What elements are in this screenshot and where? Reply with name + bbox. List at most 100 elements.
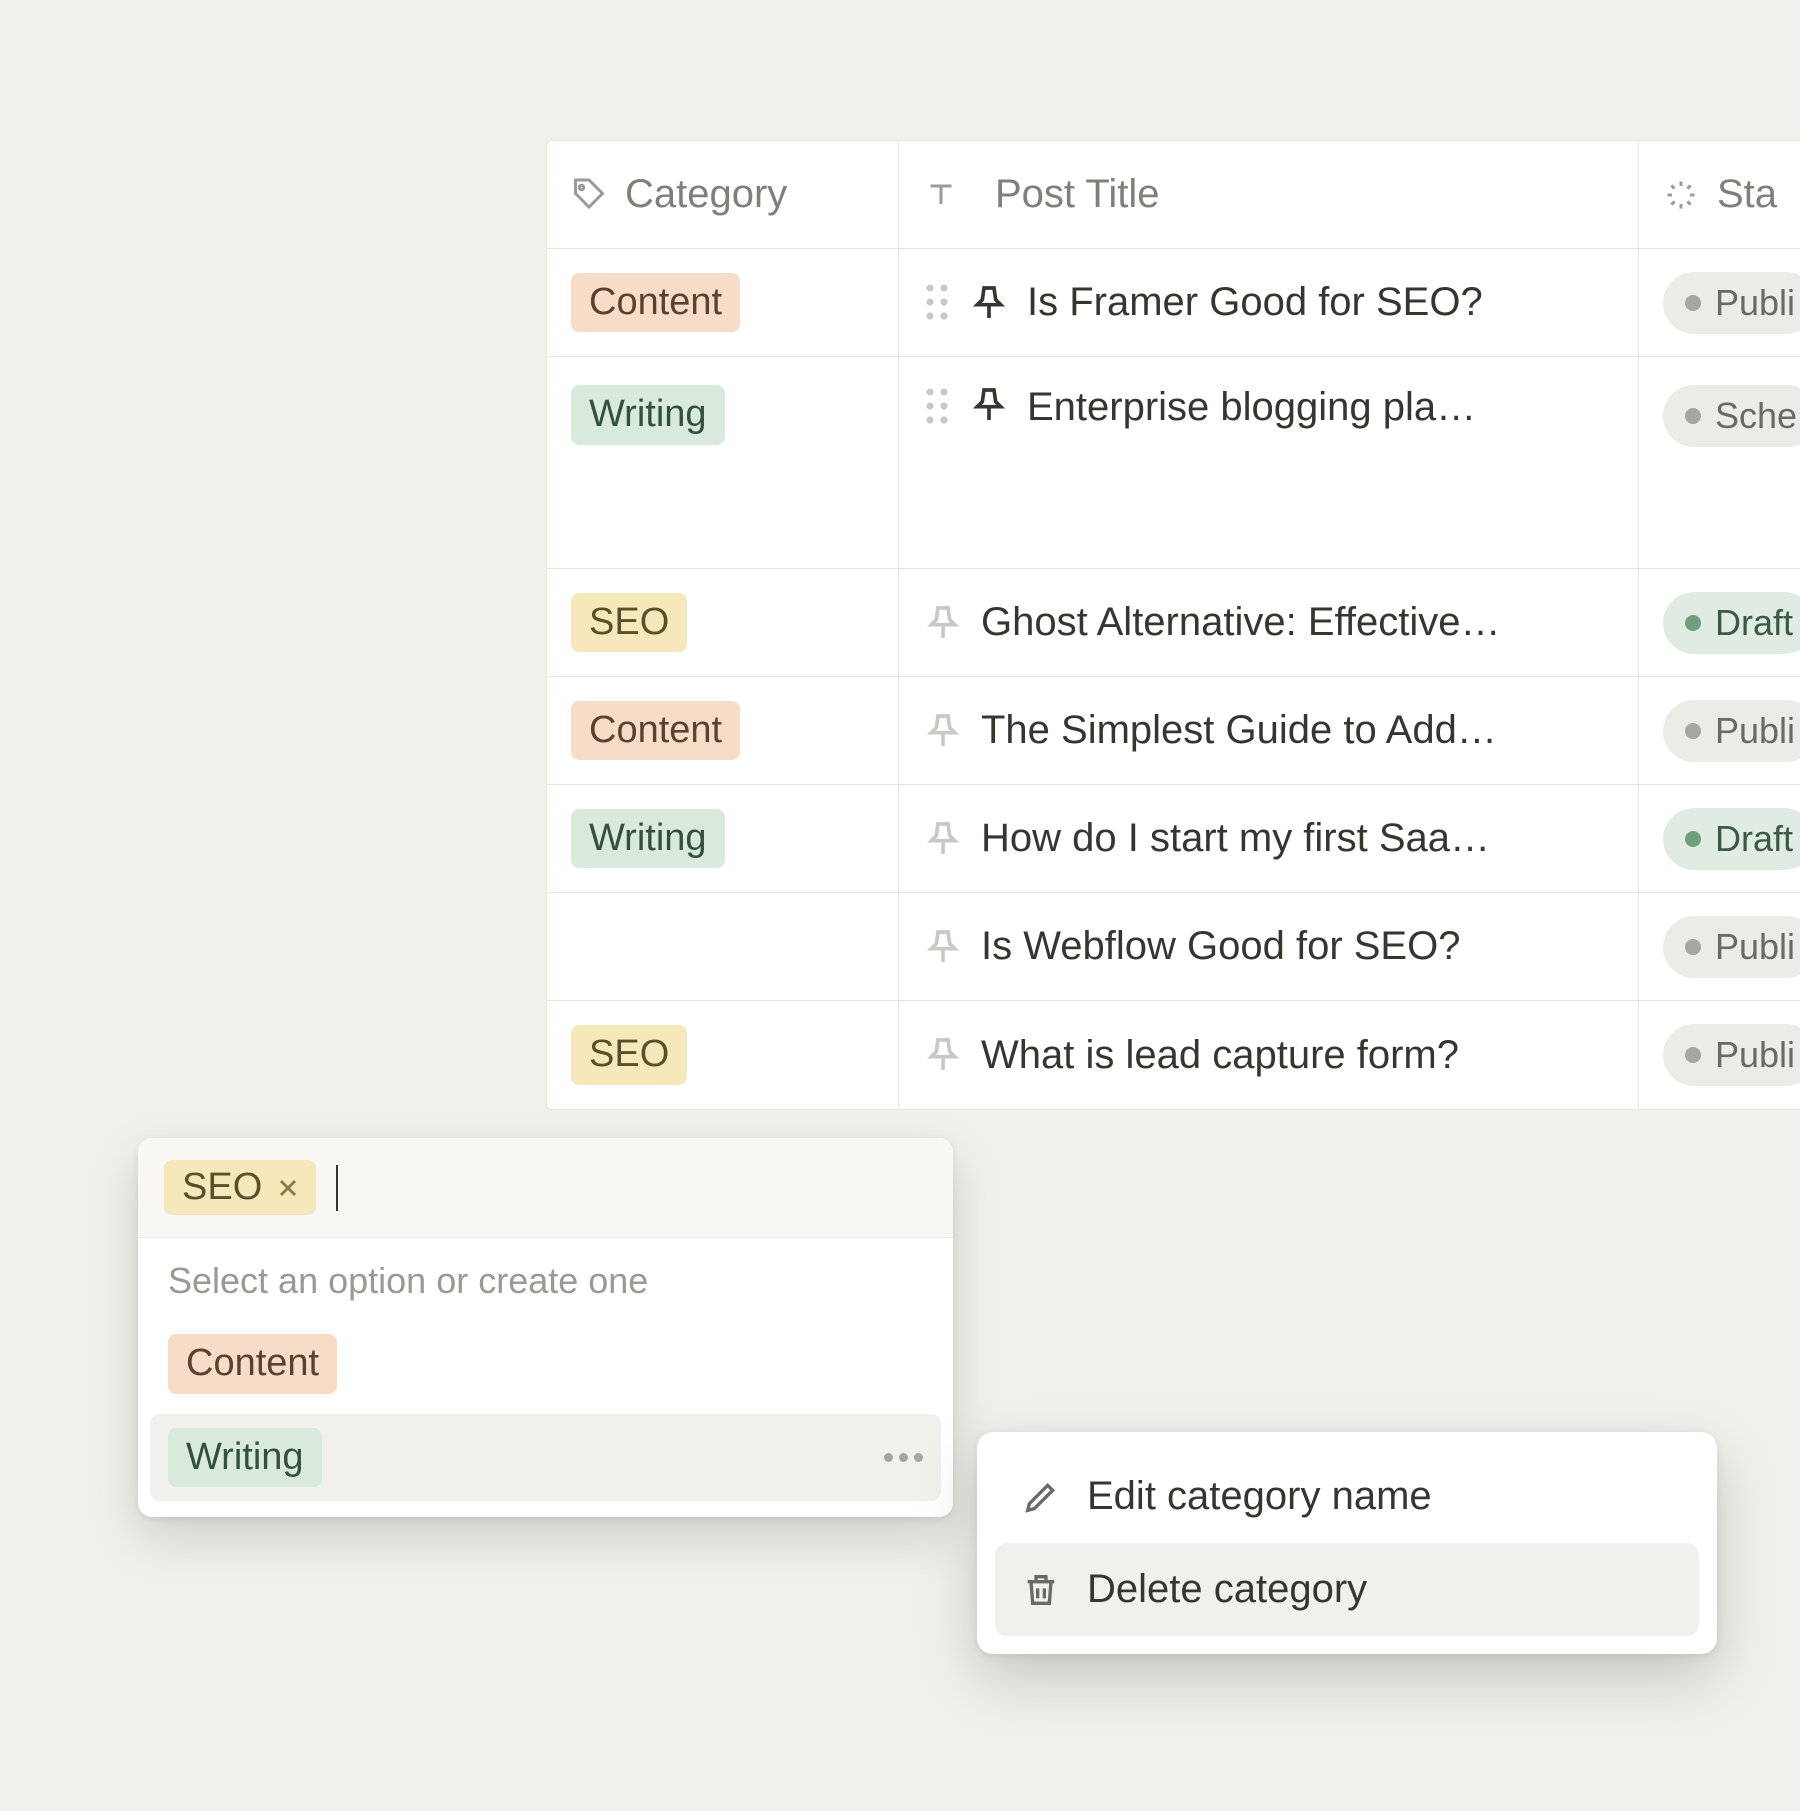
status-dot-icon bbox=[1685, 615, 1701, 631]
posts-table: Category Post Title Sta Content Is Framer… bbox=[546, 140, 1800, 1110]
table-row[interactable]: Content Is Framer Good for SEO? Publi bbox=[547, 249, 1800, 357]
category-option-tag: Content bbox=[168, 1334, 337, 1394]
pin-icon[interactable] bbox=[969, 283, 1009, 323]
more-icon[interactable] bbox=[884, 1453, 923, 1462]
category-tag[interactable]: SEO bbox=[571, 1025, 687, 1085]
status-cell[interactable]: Draft bbox=[1639, 785, 1800, 892]
status-label: Draft bbox=[1715, 818, 1793, 860]
category-cell[interactable] bbox=[547, 893, 899, 1000]
post-title: What is lead capture form? bbox=[981, 1033, 1459, 1078]
category-cell[interactable]: Writing bbox=[547, 785, 899, 892]
category-cell[interactable]: Content bbox=[547, 677, 899, 784]
status-label: Publi bbox=[1715, 282, 1795, 324]
title-cell[interactable]: How do I start my first Saa… bbox=[899, 785, 1639, 892]
text-cursor bbox=[336, 1165, 338, 1211]
post-title: How do I start my first Saa… bbox=[981, 816, 1490, 861]
column-header-category[interactable]: Category bbox=[547, 141, 899, 248]
table-row[interactable]: SEO What is lead capture form? Publi bbox=[547, 1001, 1800, 1109]
drag-handle-icon[interactable] bbox=[923, 385, 951, 429]
status-cell[interactable]: Publi bbox=[1639, 893, 1800, 1000]
category-option-tag: Writing bbox=[168, 1428, 322, 1488]
status-badge[interactable]: Draft bbox=[1663, 808, 1800, 870]
post-title: Ghost Alternative: Effective… bbox=[981, 600, 1501, 645]
pin-icon[interactable] bbox=[923, 603, 963, 643]
status-dot-icon bbox=[1685, 939, 1701, 955]
status-badge[interactable]: Sche bbox=[1663, 385, 1800, 447]
category-cell[interactable]: SEO bbox=[547, 1001, 899, 1109]
status-cell[interactable]: Sche bbox=[1639, 357, 1800, 568]
post-title: Is Framer Good for SEO? bbox=[1027, 280, 1483, 325]
status-badge[interactable]: Publi bbox=[1663, 916, 1800, 978]
table-row[interactable]: SEO Ghost Alternative: Effective… Draft bbox=[547, 569, 1800, 677]
column-header-status-label: Sta bbox=[1717, 172, 1777, 217]
status-dot-icon bbox=[1685, 831, 1701, 847]
title-cell[interactable]: Is Webflow Good for SEO? bbox=[899, 893, 1639, 1000]
category-tag[interactable]: Content bbox=[571, 273, 740, 333]
title-cell[interactable]: Is Framer Good for SEO? bbox=[899, 249, 1639, 356]
category-option[interactable]: Content bbox=[150, 1320, 941, 1408]
category-cell[interactable]: Content bbox=[547, 249, 899, 356]
status-badge[interactable]: Draft bbox=[1663, 592, 1800, 654]
category-option[interactable]: Writing bbox=[150, 1414, 941, 1502]
category-picker-hint: Select an option or create one bbox=[138, 1238, 953, 1314]
pin-icon[interactable] bbox=[969, 385, 1009, 425]
column-header-category-label: Category bbox=[625, 172, 787, 217]
status-cell[interactable]: Draft bbox=[1639, 569, 1800, 676]
status-cell[interactable]: Publi bbox=[1639, 677, 1800, 784]
post-title: Is Webflow Good for SEO? bbox=[981, 924, 1460, 969]
category-tag[interactable]: Writing bbox=[571, 385, 725, 445]
category-tag[interactable]: Content bbox=[571, 701, 740, 761]
title-cell[interactable]: What is lead capture form? bbox=[899, 1001, 1639, 1109]
category-cell[interactable]: SEO bbox=[547, 569, 899, 676]
tag-icon bbox=[571, 177, 607, 213]
status-label: Publi bbox=[1715, 926, 1795, 968]
table-row[interactable]: Writing Enterprise blogging pla… Sche bbox=[547, 357, 1800, 569]
pin-icon[interactable] bbox=[923, 1035, 963, 1075]
post-title: Enterprise blogging pla… bbox=[1027, 385, 1476, 430]
status-dot-icon bbox=[1685, 295, 1701, 311]
status-cell[interactable]: Publi bbox=[1639, 249, 1800, 356]
status-label: Publi bbox=[1715, 710, 1795, 752]
pencil-icon bbox=[1021, 1477, 1061, 1517]
drag-handle-icon[interactable] bbox=[923, 281, 951, 325]
title-cell[interactable]: The Simplest Guide to Add… bbox=[899, 677, 1639, 784]
category-context-menu: Edit category name Delete category bbox=[977, 1432, 1717, 1654]
text-icon bbox=[923, 177, 959, 213]
pin-icon[interactable] bbox=[923, 711, 963, 751]
title-cell[interactable]: Ghost Alternative: Effective… bbox=[899, 569, 1639, 676]
selected-category-chip[interactable]: SEO bbox=[164, 1160, 316, 1215]
trash-icon bbox=[1021, 1570, 1061, 1610]
pin-icon[interactable] bbox=[923, 819, 963, 859]
status-badge[interactable]: Publi bbox=[1663, 700, 1800, 762]
category-tag[interactable]: SEO bbox=[571, 593, 687, 653]
close-icon[interactable] bbox=[274, 1174, 302, 1202]
table-row[interactable]: Content The Simplest Guide to Add… Publi bbox=[547, 677, 1800, 785]
status-label: Sche bbox=[1715, 395, 1797, 437]
status-badge[interactable]: Publi bbox=[1663, 272, 1800, 334]
selected-category-chip-label: SEO bbox=[182, 1166, 262, 1209]
title-cell[interactable]: Enterprise blogging pla… bbox=[899, 357, 1639, 568]
loading-icon bbox=[1663, 177, 1699, 213]
category-picker-popup: SEO Select an option or create one Conte… bbox=[138, 1138, 953, 1517]
column-header-status[interactable]: Sta bbox=[1639, 141, 1800, 248]
table-header-row: Category Post Title Sta bbox=[547, 141, 1800, 249]
table-row[interactable]: Is Webflow Good for SEO? Publi bbox=[547, 893, 1800, 1001]
status-dot-icon bbox=[1685, 1047, 1701, 1063]
category-tag[interactable]: Writing bbox=[571, 809, 725, 869]
menu-item-edit-category[interactable]: Edit category name bbox=[995, 1450, 1699, 1543]
status-cell[interactable]: Publi bbox=[1639, 1001, 1800, 1109]
post-title: The Simplest Guide to Add… bbox=[981, 708, 1497, 753]
category-cell[interactable]: Writing bbox=[547, 357, 899, 568]
status-label: Draft bbox=[1715, 602, 1793, 644]
table-row[interactable]: Writing How do I start my first Saa… Draft bbox=[547, 785, 1800, 893]
menu-item-delete-category-label: Delete category bbox=[1087, 1567, 1367, 1612]
status-dot-icon bbox=[1685, 408, 1701, 424]
menu-item-delete-category[interactable]: Delete category bbox=[995, 1543, 1699, 1636]
column-header-title-label: Post Title bbox=[995, 172, 1160, 217]
category-picker-input[interactable]: SEO bbox=[138, 1138, 953, 1238]
column-header-title[interactable]: Post Title bbox=[899, 141, 1639, 248]
menu-item-edit-category-label: Edit category name bbox=[1087, 1474, 1432, 1519]
status-badge[interactable]: Publi bbox=[1663, 1024, 1800, 1086]
status-label: Publi bbox=[1715, 1034, 1795, 1076]
pin-icon[interactable] bbox=[923, 927, 963, 967]
